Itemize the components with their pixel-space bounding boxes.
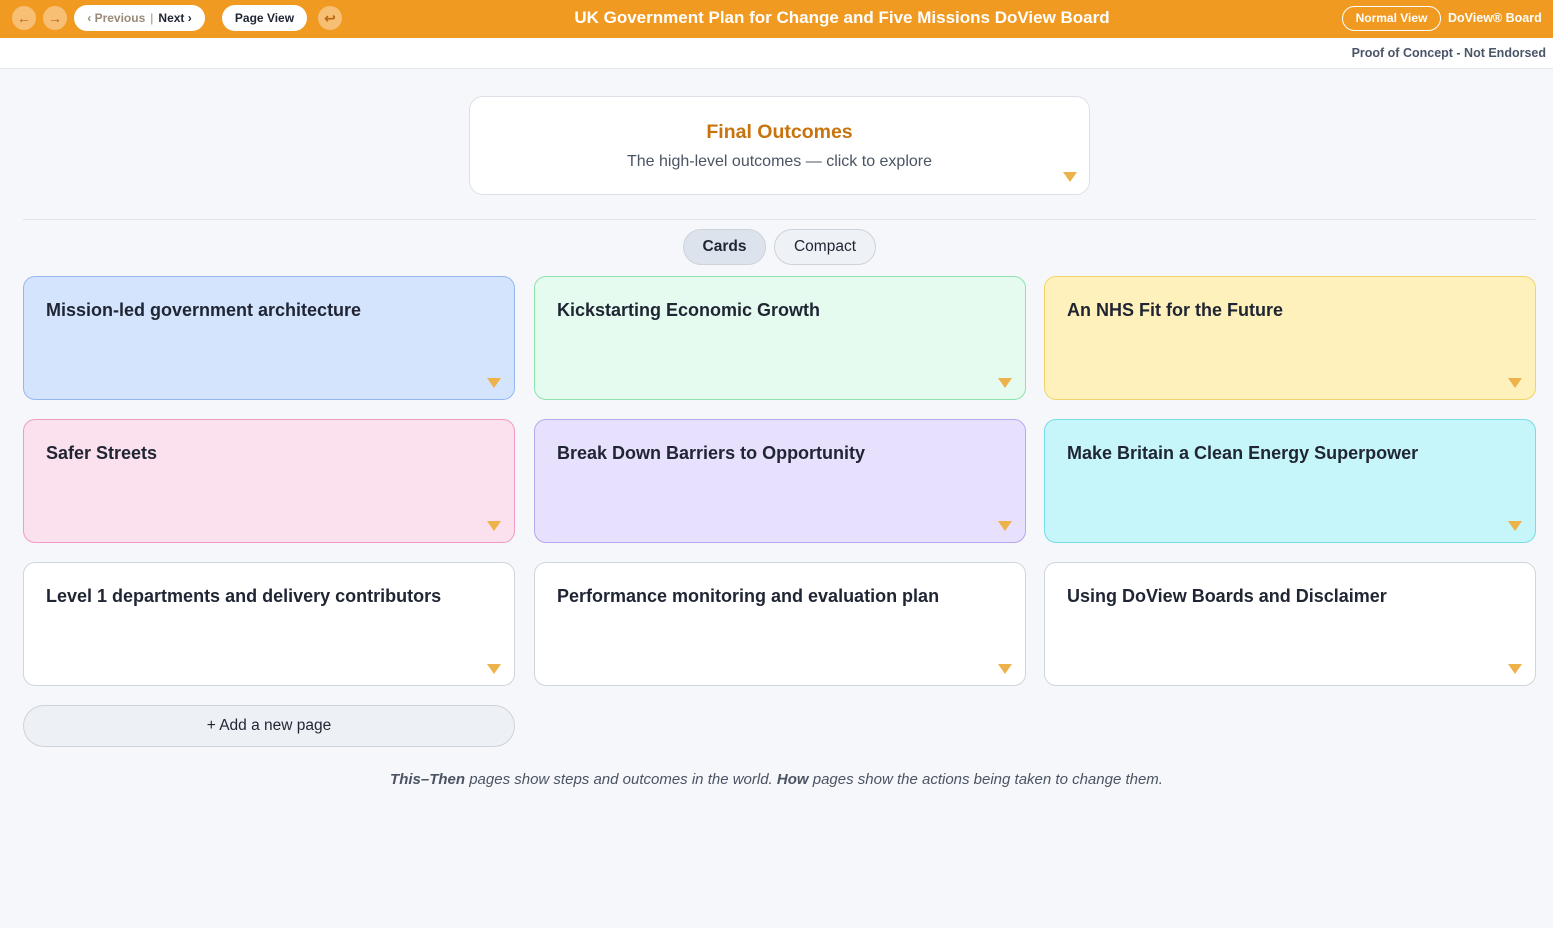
page-view-button[interactable]: Page View bbox=[222, 5, 307, 31]
page-card[interactable]: Make Britain a Clean Energy Superpower bbox=[1044, 419, 1536, 543]
page-card[interactable]: Mission-led government architecture bbox=[23, 276, 515, 400]
brand-label: DoView® Board bbox=[1448, 11, 1542, 25]
footnote: This–Then pages show steps and outcomes … bbox=[0, 771, 1553, 788]
notice-bar: Proof of Concept - Not Endorsed bbox=[0, 38, 1553, 69]
undo-icon[interactable]: ↩ bbox=[318, 6, 342, 30]
top-bar: ← → ‹ Previous | Next › Page View ↩ UK Gov… bbox=[0, 0, 1553, 38]
expand-triangle-icon[interactable] bbox=[1063, 172, 1077, 182]
expand-triangle-icon[interactable] bbox=[487, 521, 501, 531]
expand-triangle-icon[interactable] bbox=[1508, 521, 1522, 531]
expand-triangle-icon[interactable] bbox=[998, 521, 1012, 531]
expand-triangle-icon[interactable] bbox=[487, 664, 501, 674]
expand-triangle-icon[interactable] bbox=[1508, 378, 1522, 388]
footnote-how: How bbox=[776, 771, 809, 788]
card-title: Make Britain a Clean Energy Superpower bbox=[1067, 443, 1419, 463]
proof-of-concept-notice: Proof of Concept - Not Endorsed bbox=[1351, 46, 1546, 60]
expand-triangle-icon[interactable] bbox=[998, 664, 1012, 674]
page-card[interactable]: Break Down Barriers to Opportunity bbox=[534, 419, 1026, 543]
card-title: Safer Streets bbox=[46, 443, 158, 463]
expand-triangle-icon[interactable] bbox=[1508, 664, 1522, 674]
page-card[interactable]: Performance monitoring and evaluation pl… bbox=[534, 562, 1026, 686]
add-page-button[interactable]: + Add a new page bbox=[23, 705, 515, 747]
next-button[interactable]: Next › bbox=[158, 11, 191, 25]
divider bbox=[23, 219, 1536, 220]
footnote-this-then: This–Then bbox=[390, 771, 466, 788]
final-outcomes-title: Final Outcomes bbox=[706, 121, 853, 143]
normal-view-button[interactable]: Normal View bbox=[1342, 6, 1441, 31]
card-title: Kickstarting Economic Growth bbox=[557, 300, 821, 320]
card-title: Break Down Barriers to Opportunity bbox=[557, 443, 866, 463]
final-outcomes-box[interactable]: Final Outcomes The high-level outcomes —… bbox=[469, 96, 1090, 195]
arrow-left-icon[interactable]: ← bbox=[12, 6, 36, 30]
final-outcomes-subtitle: The high-level outcomes — click to explo… bbox=[626, 153, 933, 170]
page-card[interactable]: Using DoView Boards and Disclaimer bbox=[1044, 562, 1536, 686]
previous-button[interactable]: ‹ Previous bbox=[87, 11, 145, 25]
footnote-text-2: pages show the actions being taken to ch… bbox=[808, 771, 1163, 788]
arrow-right-icon[interactable]: → bbox=[43, 6, 67, 30]
page-card[interactable]: Kickstarting Economic Growth bbox=[534, 276, 1026, 400]
board-title: UK Government Plan for Change and Five M… bbox=[574, 8, 1110, 27]
card-title: Performance monitoring and evaluation pl… bbox=[557, 586, 940, 606]
expand-triangle-icon[interactable] bbox=[998, 378, 1012, 388]
footnote-text-1: pages show steps and outcomes in the wor… bbox=[465, 771, 777, 788]
prev-next-separator: | bbox=[150, 11, 154, 25]
expand-triangle-icon[interactable] bbox=[487, 378, 501, 388]
page-card[interactable]: Safer Streets bbox=[23, 419, 515, 543]
card-title: An NHS Fit for the Future bbox=[1067, 300, 1283, 320]
card-title: Mission-led government architecture bbox=[46, 300, 362, 320]
prev-next-control: ‹ Previous | Next › bbox=[74, 5, 205, 31]
card-title: Level 1 departments and delivery contrib… bbox=[46, 586, 442, 606]
cards-view-toggle[interactable]: Cards bbox=[683, 229, 766, 265]
page-card[interactable]: Level 1 departments and delivery contrib… bbox=[23, 562, 515, 686]
card-title: Using DoView Boards and Disclaimer bbox=[1067, 586, 1387, 606]
compact-view-toggle[interactable]: Compact bbox=[774, 229, 876, 265]
page-card[interactable]: An NHS Fit for the Future bbox=[1044, 276, 1536, 400]
